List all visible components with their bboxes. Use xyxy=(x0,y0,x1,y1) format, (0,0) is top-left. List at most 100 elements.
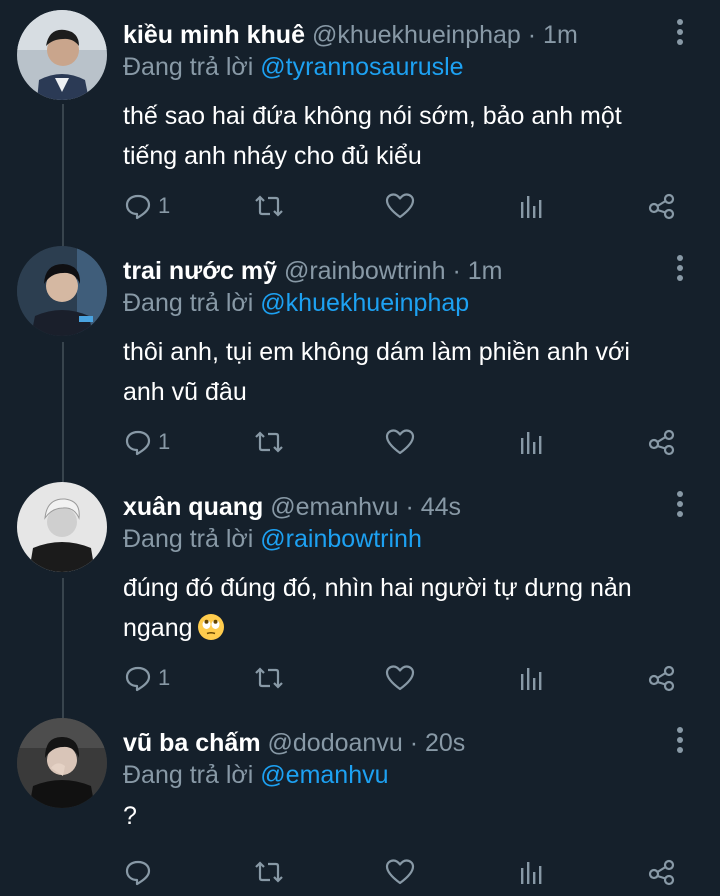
more-vertical-icon[interactable] xyxy=(668,248,692,288)
separator-dot: · xyxy=(405,493,414,521)
tweet-text-line: thôi anh, tụi em không dám làm phiền anh… xyxy=(123,338,630,366)
heart-icon xyxy=(385,665,415,691)
tweet-text-line: đúng đó đúng đó, nhìn hai người tự dưng … xyxy=(123,574,632,602)
timestamp[interactable]: 20s xyxy=(425,729,465,757)
reply-button[interactable]: 1 xyxy=(124,424,170,460)
user-handle[interactable]: @emanhvu xyxy=(270,493,398,521)
share-icon xyxy=(648,429,675,456)
tweet-text-line: tiếng anh nháy cho đủ kiểu xyxy=(123,142,422,170)
tweet-header: xuân quang @emanhvu · 44s xyxy=(123,490,461,524)
retweet-button[interactable] xyxy=(254,660,284,696)
separator-dot: · xyxy=(527,21,537,49)
display-name[interactable]: kiều minh khuê xyxy=(123,21,305,49)
analytics-icon xyxy=(521,862,542,884)
avatar[interactable] xyxy=(17,246,107,336)
timestamp[interactable]: 1m xyxy=(468,257,503,285)
tweet-header: trai nước mỹ @rainbowtrinh · 1m xyxy=(123,254,502,288)
like-button[interactable] xyxy=(385,660,415,696)
tweet-text-line: anh vũ đâu xyxy=(123,378,247,406)
analytics-icon xyxy=(521,196,542,218)
replying-to: Đang trả lời @khuekhueinphap xyxy=(123,286,469,320)
analytics-button[interactable] xyxy=(518,188,544,224)
reply-button[interactable]: 1 xyxy=(124,188,170,224)
user-handle[interactable]: @rainbowtrinh xyxy=(284,257,446,285)
reply-count: 1 xyxy=(158,665,171,690)
tweet[interactable]: xuân quang @emanhvu · 44s Đang trả lời @… xyxy=(0,472,720,708)
retweet-icon xyxy=(255,431,283,453)
tweet[interactable]: kiều minh khuê @khuekhueinphap · 1m Đang… xyxy=(0,0,720,236)
share-button[interactable] xyxy=(648,854,676,890)
user-handle[interactable]: @khuekhueinphap xyxy=(312,21,521,49)
analytics-button[interactable] xyxy=(518,424,544,460)
tweet-text: thế sao hai đứa không nói sớm, bảo anh m… xyxy=(123,96,683,176)
tweet-header: vũ ba chấm @dodoanvu · 20s xyxy=(123,726,465,760)
replying-label: Đang trả lời xyxy=(123,289,254,317)
timestamp[interactable]: 44s xyxy=(421,493,461,521)
avatar[interactable] xyxy=(17,482,107,572)
display-name[interactable]: trai nước mỹ xyxy=(123,257,277,285)
display-name[interactable]: vũ ba chấm xyxy=(123,729,261,757)
tweet-header: kiều minh khuê @khuekhueinphap · 1m xyxy=(123,18,578,52)
face-with-rolling-eyes-emoji xyxy=(197,614,224,640)
timestamp[interactable]: 1m xyxy=(543,21,578,49)
tweet-text-line: ? xyxy=(123,802,137,830)
retweet-icon xyxy=(255,667,283,689)
tweet-text: ? xyxy=(123,796,683,836)
reply-icon xyxy=(125,430,151,456)
replying-mention[interactable]: @khuekhueinphap xyxy=(260,289,469,317)
analytics-button[interactable] xyxy=(518,660,544,696)
share-button[interactable] xyxy=(648,424,676,460)
separator-dot: · xyxy=(409,729,419,757)
reply-count: 1 xyxy=(158,429,171,454)
tweet-actions xyxy=(120,854,690,890)
replying-label: Đang trả lời xyxy=(123,761,254,789)
tweet-text-line: ngang xyxy=(123,614,193,642)
replying-label: Đang trả lời xyxy=(123,525,254,553)
avatar[interactable] xyxy=(17,718,107,808)
heart-icon xyxy=(385,859,415,885)
retweet-button[interactable] xyxy=(254,854,284,890)
heart-icon xyxy=(385,193,415,219)
retweet-icon xyxy=(255,195,283,217)
tweet-actions: 1 xyxy=(120,424,690,460)
reply-button[interactable] xyxy=(124,854,158,890)
display-name[interactable]: xuân quang xyxy=(123,493,263,521)
replying-mention[interactable]: @tyrannosaurusle xyxy=(260,53,463,81)
heart-icon xyxy=(385,429,415,455)
replying-to: Đang trả lời @tyrannosaurusle xyxy=(123,50,464,84)
share-button[interactable] xyxy=(648,188,676,224)
retweet-button[interactable] xyxy=(254,424,284,460)
share-icon xyxy=(648,859,675,886)
retweet-button[interactable] xyxy=(254,188,284,224)
share-icon xyxy=(648,665,675,692)
reply-button[interactable]: 1 xyxy=(124,660,170,696)
like-button[interactable] xyxy=(385,424,415,460)
tweet-text: thôi anh, tụi em không dám làm phiền anh… xyxy=(123,332,683,412)
separator-dot: · xyxy=(452,257,461,285)
user-handle[interactable]: @dodoanvu xyxy=(268,729,403,757)
tweet-actions: 1 xyxy=(120,660,690,696)
replying-label: Đang trả lời xyxy=(123,53,254,81)
tweet[interactable]: vũ ba chấm @dodoanvu · 20s Đang trả lời … xyxy=(0,708,720,896)
more-vertical-icon[interactable] xyxy=(668,720,692,760)
replying-to: Đang trả lời @rainbowtrinh xyxy=(123,522,422,556)
tweet-actions: 1 xyxy=(120,188,690,224)
analytics-icon xyxy=(521,432,542,454)
reply-icon xyxy=(125,860,151,886)
share-button[interactable] xyxy=(648,660,676,696)
analytics-button[interactable] xyxy=(518,854,544,890)
like-button[interactable] xyxy=(385,188,415,224)
replying-mention[interactable]: @rainbowtrinh xyxy=(260,525,422,553)
like-button[interactable] xyxy=(385,854,415,890)
tweet-text-line: thế sao hai đứa không nói sớm, bảo anh m… xyxy=(123,102,622,130)
reply-count: 1 xyxy=(158,193,171,218)
more-vertical-icon[interactable] xyxy=(668,12,692,52)
replying-mention[interactable]: @emanhvu xyxy=(260,761,388,789)
reply-icon xyxy=(125,666,151,692)
replying-to: Đang trả lời @emanhvu xyxy=(123,758,389,792)
avatar[interactable] xyxy=(17,10,107,100)
more-vertical-icon[interactable] xyxy=(668,484,692,524)
tweet-text: đúng đó đúng đó, nhìn hai người tự dưng … xyxy=(123,568,683,648)
tweet[interactable]: trai nước mỹ @rainbowtrinh · 1m Đang trả… xyxy=(0,236,720,472)
reply-icon xyxy=(125,194,151,220)
